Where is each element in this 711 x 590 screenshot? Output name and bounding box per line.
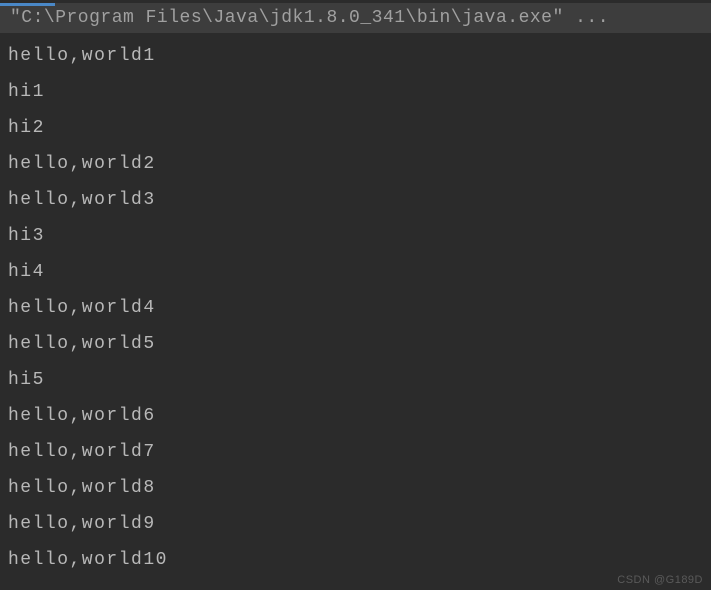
output-line: hi1 <box>8 74 703 110</box>
output-line: hello,world9 <box>8 506 703 542</box>
output-line: hello,world10 <box>8 542 703 578</box>
watermark: CSDN @G189D <box>617 574 703 586</box>
command-line[interactable]: "C:\Program Files\Java\jdk1.8.0_341\bin\… <box>0 3 711 33</box>
output-line: hello,world2 <box>8 146 703 182</box>
output-line: hello,world3 <box>8 182 703 218</box>
tab-active-indicator <box>0 3 55 6</box>
output-line: hi4 <box>8 254 703 290</box>
console-output[interactable]: hello,world1 hi1 hi2 hello,world2 hello,… <box>0 33 711 578</box>
output-line: hi3 <box>8 218 703 254</box>
output-line: hello,world1 <box>8 38 703 74</box>
output-line: hello,world8 <box>8 470 703 506</box>
output-line: hello,world6 <box>8 398 703 434</box>
output-line: hello,world4 <box>8 290 703 326</box>
output-line: hi5 <box>8 362 703 398</box>
output-line: hello,world7 <box>8 434 703 470</box>
output-line: hi2 <box>8 110 703 146</box>
output-line: hello,world5 <box>8 326 703 362</box>
